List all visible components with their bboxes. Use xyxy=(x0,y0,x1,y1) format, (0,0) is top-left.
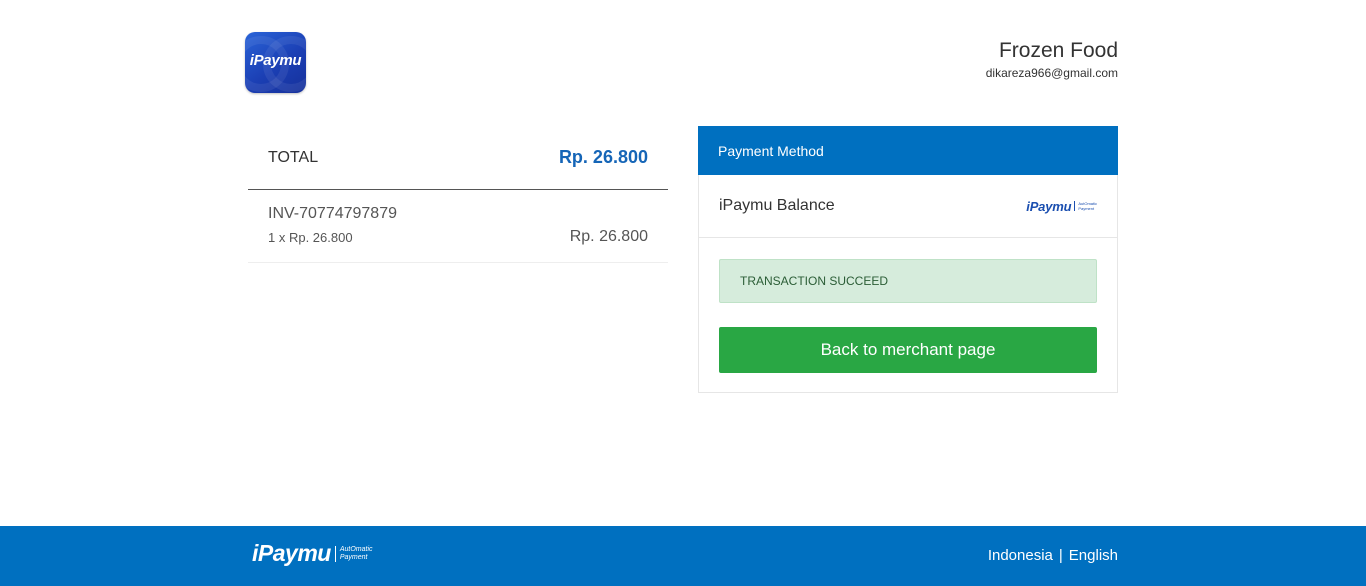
order-summary: TOTAL Rp. 26.800 INV-70774797879 1 x Rp.… xyxy=(248,126,668,263)
payment-panel: Payment Method iPaymu Balance iPaymu Aut… xyxy=(698,126,1118,393)
payment-method-label: iPaymu Balance xyxy=(719,197,835,214)
language-english-link[interactable]: English xyxy=(1069,547,1118,564)
language-separator: | xyxy=(1058,547,1063,564)
merchant-name: Frozen Food xyxy=(998,39,1118,62)
logo-wordmark: iPaymu xyxy=(249,52,302,69)
language-switcher: Indonesia | English xyxy=(988,547,1118,564)
footer-ipaymu-logo: iPaymu AutOmatic Payment xyxy=(252,540,373,567)
language-indonesia-link[interactable]: Indonesia xyxy=(988,547,1053,564)
total-row: TOTAL Rp. 26.800 xyxy=(248,126,668,190)
item-price: Rp. 26.800 xyxy=(569,228,648,245)
merchant-email: dikareza966@gmail.com xyxy=(985,66,1118,80)
ipaymu-app-logo: iPaymu xyxy=(245,32,306,93)
invoice-number: INV-70774797879 xyxy=(268,205,397,222)
payment-method-option: iPaymu Balance iPaymu AutOmatic Payment xyxy=(699,175,1117,238)
total-amount: Rp. 26.800 xyxy=(558,147,648,167)
footer-logo-wordmark: iPaymu xyxy=(252,540,331,566)
method-logo-tagline: AutOmatic Payment xyxy=(1074,201,1097,211)
method-logo-wordmark: iPaymu xyxy=(1026,198,1072,214)
payment-method-header: Payment Method xyxy=(698,126,1118,175)
back-to-merchant-button[interactable]: Back to merchant page xyxy=(719,327,1097,373)
line-item: INV-70774797879 1 x Rp. 26.800 Rp. 26.80… xyxy=(248,190,668,263)
footer-logo-tagline: AutOmatic Payment xyxy=(334,545,373,562)
ipaymu-method-logo: iPaymu AutOmatic Payment xyxy=(1026,199,1097,214)
transaction-status-alert: TRANSACTION SUCCEED xyxy=(719,259,1097,303)
footer: iPaymu AutOmatic Payment Indonesia | Eng… xyxy=(0,526,1366,586)
total-label: TOTAL xyxy=(268,148,319,166)
merchant-info: Frozen Food dikareza966@gmail.com xyxy=(986,38,1118,81)
